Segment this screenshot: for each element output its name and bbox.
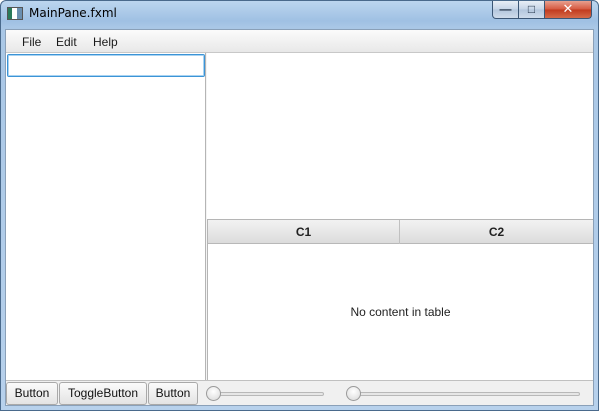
column-header-c2[interactable]: C2 xyxy=(400,220,593,244)
close-icon: ✕ xyxy=(562,1,574,16)
maximize-button[interactable]: □ xyxy=(519,1,545,19)
slider-1[interactable] xyxy=(206,381,326,406)
title-bar[interactable]: MainPane.fxml — □ ✕ xyxy=(1,1,598,27)
menu-help[interactable]: Help xyxy=(93,35,118,49)
app-icon xyxy=(7,7,23,20)
maximize-icon: □ xyxy=(527,2,536,16)
client-area: File Edit Help C1 C2 No content in table… xyxy=(5,29,594,406)
toggle-button[interactable]: ToggleButton xyxy=(59,382,147,405)
close-button[interactable]: ✕ xyxy=(545,1,592,19)
table-placeholder: No content in table xyxy=(350,305,451,319)
button-1[interactable]: Button xyxy=(6,382,58,405)
slider-track[interactable] xyxy=(210,392,324,396)
search-input[interactable] xyxy=(7,54,205,77)
column-header-c1[interactable]: C1 xyxy=(208,220,400,244)
slider-2[interactable] xyxy=(346,381,582,406)
menu-edit[interactable]: Edit xyxy=(56,35,77,49)
slider-thumb[interactable] xyxy=(346,386,361,401)
window-title: MainPane.fxml xyxy=(29,6,117,20)
table-header: C1 C2 xyxy=(208,220,593,244)
data-table[interactable]: C1 C2 No content in table xyxy=(207,219,593,380)
application-window: MainPane.fxml — □ ✕ File Edit Help C1 C2… xyxy=(0,0,599,411)
slider-thumb[interactable] xyxy=(206,386,221,401)
button-2[interactable]: Button xyxy=(148,382,198,405)
bottom-toolbar: Button ToggleButton Button xyxy=(6,380,593,405)
minimize-icon: — xyxy=(499,2,512,16)
content-area xyxy=(207,53,593,219)
left-list-pane[interactable] xyxy=(6,53,206,380)
menu-file[interactable]: File xyxy=(22,35,41,49)
slider-track[interactable] xyxy=(350,392,580,396)
menu-bar: File Edit Help xyxy=(6,30,593,53)
minimize-button[interactable]: — xyxy=(492,1,519,19)
